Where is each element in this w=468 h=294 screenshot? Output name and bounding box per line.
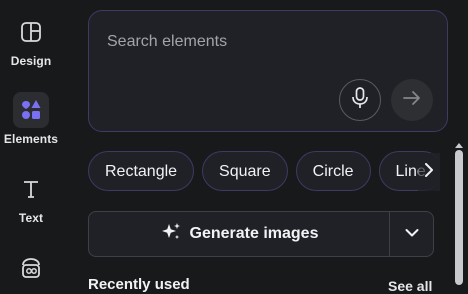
- suggestion-chips: Rectangle Square Circle Line: [88, 151, 438, 195]
- chip-rectangle[interactable]: Rectangle: [88, 151, 195, 191]
- chip-circle[interactable]: Circle: [295, 151, 371, 191]
- generate-options-dropdown[interactable]: [390, 212, 433, 256]
- generate-images-button[interactable]: Generate images: [89, 212, 389, 256]
- microphone-button[interactable]: [339, 79, 381, 121]
- chevron-right-icon: [424, 162, 434, 182]
- chevron-down-icon: [405, 225, 419, 243]
- rail-label-design: Design: [10, 54, 52, 68]
- text-icon: [13, 171, 49, 207]
- rail-item-text[interactable]: Text: [0, 171, 62, 225]
- scrollbar[interactable]: [454, 136, 464, 285]
- rail-item-elements[interactable]: Elements: [0, 92, 62, 146]
- rail-label-text: Text: [18, 211, 44, 225]
- side-rail: Design Elements Text: [0, 0, 62, 285]
- see-all-link[interactable]: See all: [388, 278, 432, 294]
- rail-item-design[interactable]: Design: [0, 14, 62, 68]
- search-box: [88, 10, 448, 132]
- shapes-icon: [13, 92, 49, 128]
- rail-item-brand[interactable]: [0, 250, 62, 286]
- microphone-icon: [351, 86, 369, 114]
- chip-square[interactable]: Square: [202, 151, 288, 191]
- brand-icon: [13, 250, 49, 286]
- arrow-right-icon: [402, 90, 422, 111]
- chips-scroll-right-button[interactable]: [418, 153, 440, 191]
- submit-search-button[interactable]: [391, 79, 433, 121]
- generate-images-label: Generate images: [189, 225, 319, 242]
- scroll-thumb[interactable]: [455, 150, 463, 285]
- scroll-up-arrow[interactable]: [455, 136, 463, 148]
- rail-label-elements: Elements: [3, 132, 59, 146]
- layout-icon: [13, 14, 49, 50]
- sparkle-icon: [160, 221, 182, 248]
- elements-panel: RectangleSquareCircleLine Generate image…: [62, 0, 468, 294]
- generate-images-control: Generate images: [88, 211, 434, 257]
- search-input[interactable]: [105, 29, 429, 55]
